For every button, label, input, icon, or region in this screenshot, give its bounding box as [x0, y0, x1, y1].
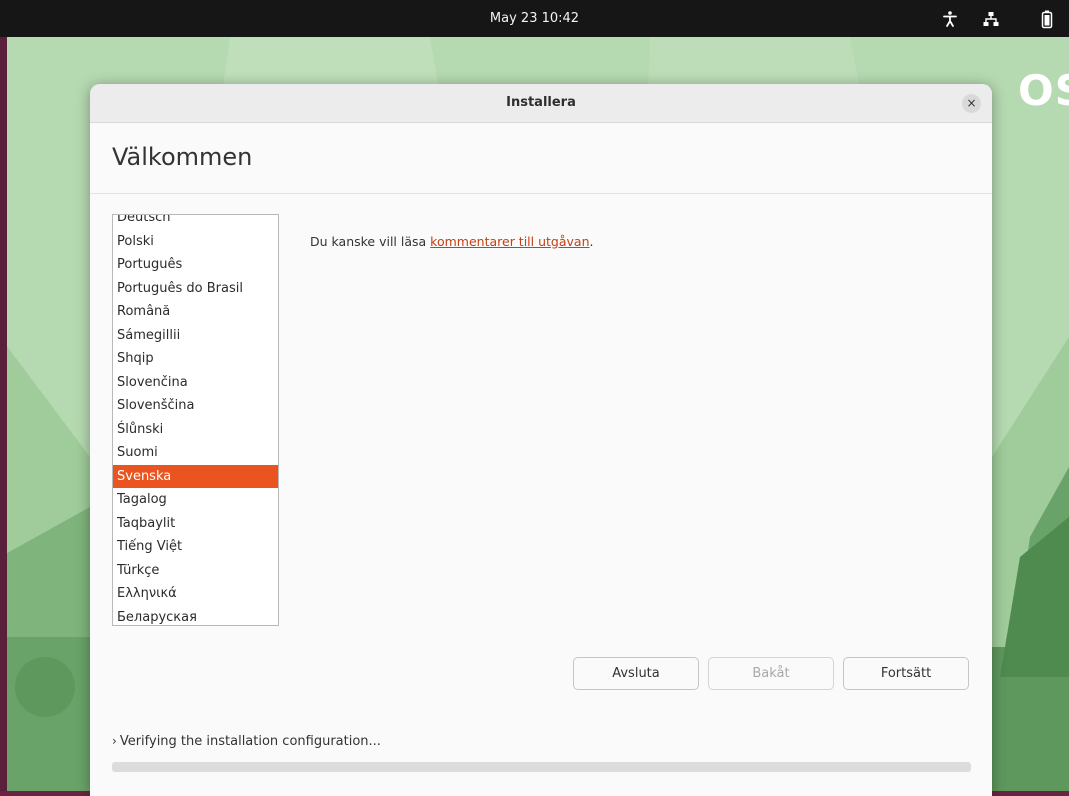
network-icon[interactable] [981, 9, 1001, 29]
page-header: Välkommen [90, 123, 992, 194]
continue-button[interactable]: Fortsätt [843, 657, 969, 690]
language-list-items: Deutsch Polski Português Português do Brasi… [113, 215, 278, 626]
release-notes-prefix: Du kanske vill läsa [310, 234, 431, 249]
language-list-item[interactable]: Slovenščina [113, 394, 278, 418]
language-list-item[interactable]: Ελληνικά [113, 582, 278, 606]
release-notes-suffix: . [589, 234, 594, 249]
close-button[interactable]: × [962, 94, 981, 113]
progress-text: Verifying the installation configuration… [119, 734, 381, 749]
installer-window: Installera × Välkommen Deutsch Polski Port… [90, 84, 992, 796]
language-list-item[interactable]: Ślůnski [113, 418, 278, 442]
window-titlebar[interactable]: Installera × [90, 84, 992, 123]
language-list-item[interactable]: Suomi [113, 441, 278, 465]
language-list-item[interactable]: Română [113, 300, 278, 324]
language-list-item[interactable]: Tagalog [113, 488, 278, 512]
battery-icon[interactable] [1037, 9, 1057, 29]
language-list[interactable]: Deutsch Polski Português Português do Brasi… [112, 214, 279, 626]
window-title: Installera [506, 95, 576, 110]
language-list-item[interactable]: Svenska [113, 464, 278, 488]
language-list-item[interactable]: Polski [113, 230, 278, 254]
release-notes-line: Du kanske vill läsa kommentarer till utg… [310, 234, 593, 249]
language-list-item[interactable]: Taqbaylit [113, 512, 278, 536]
language-list-item[interactable]: Sámegillii [113, 324, 278, 348]
clock[interactable]: May 23 10:42 [0, 0, 1069, 37]
accessibility-icon[interactable] [940, 9, 960, 29]
top-bar: May 23 10:42 [0, 0, 1069, 37]
close-icon: × [966, 96, 977, 110]
language-list-item[interactable]: Беларуская [113, 606, 278, 626]
quit-button[interactable]: Avsluta [573, 657, 699, 690]
release-notes-link[interactable]: kommentarer till utgåvan [430, 234, 589, 249]
expand-chevron-icon[interactable]: › [112, 734, 117, 748]
language-list-item[interactable]: Slovenčina [113, 371, 278, 395]
back-button[interactable]: Bakåt [708, 657, 834, 690]
progress-label[interactable]: › Verifying the installation configuratio… [112, 734, 381, 749]
progress-bar [112, 762, 971, 772]
language-list-item[interactable]: Shqip [113, 347, 278, 371]
page-title: Välkommen [112, 143, 253, 171]
screen-left-edge [0, 37, 7, 796]
language-list-item[interactable]: Türkçe [113, 559, 278, 583]
language-list-item[interactable]: Português do Brasil [113, 277, 278, 301]
desktop-logo: OS [1018, 66, 1069, 115]
language-list-item[interactable]: Tiếng Việt [113, 535, 278, 559]
language-list-item[interactable]: Português [113, 253, 278, 277]
language-list-item[interactable]: Deutsch [113, 215, 278, 230]
